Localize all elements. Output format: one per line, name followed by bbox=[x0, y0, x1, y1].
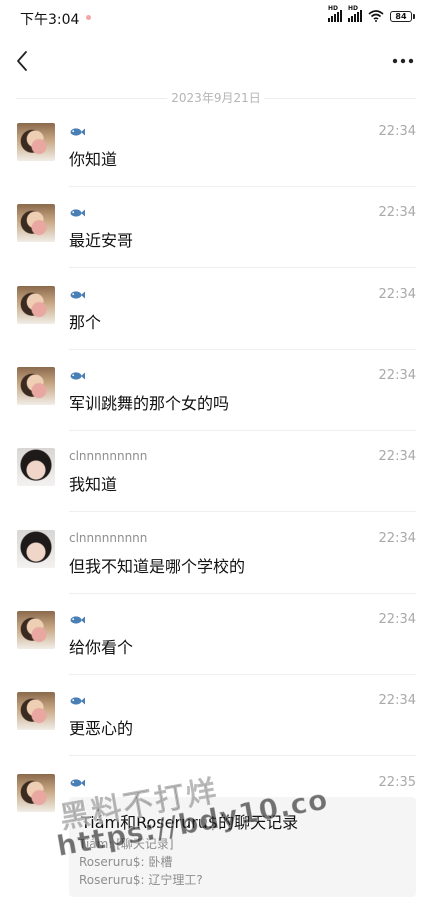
sender-name bbox=[69, 124, 85, 138]
message-time: 22:34 bbox=[378, 124, 416, 139]
message-time: 22:34 bbox=[378, 368, 416, 383]
message-separator bbox=[69, 674, 416, 675]
sender-name bbox=[69, 368, 85, 382]
chat-record-title: Tiám和Roseruru$的聊天记录 bbox=[81, 813, 299, 832]
message-time: 22:34 bbox=[378, 287, 416, 302]
chat-record-card[interactable]: Tiám和Roseruru$的聊天记录 Tiám: [聊天记录] Roserur… bbox=[69, 797, 416, 897]
sender-name bbox=[69, 612, 85, 626]
message-text[interactable]: 我知道 bbox=[69, 471, 117, 495]
avatar[interactable] bbox=[17, 611, 55, 649]
message-item[interactable]: clnnnnnnnnn 22:34 我知道 bbox=[0, 448, 432, 529]
chat-record-line: Roseruru$: 辽宁理工? bbox=[79, 873, 203, 887]
message-item[interactable]: 22:34 那个 bbox=[0, 286, 432, 367]
sender-name: clnnnnnnnnn bbox=[69, 531, 147, 545]
message-time: 22:34 bbox=[378, 205, 416, 220]
message-time: 22:34 bbox=[378, 449, 416, 464]
message-text[interactable]: 你知道 bbox=[69, 146, 117, 170]
message-separator bbox=[69, 755, 416, 756]
message-item[interactable]: 22:34 更恶心的 bbox=[0, 692, 432, 773]
message-separator bbox=[69, 267, 416, 268]
message-separator bbox=[69, 593, 416, 594]
fish-icon bbox=[70, 208, 85, 217]
chat-record-line: Tiám: [聊天记录] bbox=[79, 837, 174, 851]
message-item[interactable]: 22:34 军训跳舞的那个女的吗 bbox=[0, 367, 432, 448]
fish-icon bbox=[70, 371, 85, 380]
avatar[interactable] bbox=[17, 692, 55, 730]
sender-name bbox=[69, 287, 85, 301]
fish-icon bbox=[70, 778, 85, 787]
sender-name bbox=[69, 693, 85, 707]
message-item[interactable]: 22:34 你知道 bbox=[0, 123, 432, 204]
message-text[interactable]: 最近安哥 bbox=[69, 227, 133, 251]
message-time: 22:34 bbox=[378, 531, 416, 546]
fish-icon bbox=[70, 127, 85, 136]
fish-icon bbox=[70, 696, 85, 705]
message-separator bbox=[69, 186, 416, 187]
message-separator bbox=[69, 511, 416, 512]
avatar[interactable] bbox=[17, 448, 55, 486]
sender-label: clnnnnnnnnn bbox=[69, 531, 148, 545]
fish-icon bbox=[70, 290, 85, 299]
avatar[interactable] bbox=[17, 286, 55, 324]
message-separator bbox=[69, 430, 416, 431]
message-list: 22:34 你知道 22:34 最近安哥 22:34 那个 22:34 军训跳舞… bbox=[0, 0, 432, 881]
message-time: 22:34 bbox=[378, 612, 416, 627]
sender-name bbox=[69, 775, 85, 789]
message-time: 22:35 bbox=[378, 775, 416, 790]
message-text[interactable]: 但我不知道是哪个学校的 bbox=[69, 553, 245, 577]
sender-name bbox=[69, 205, 85, 219]
avatar[interactable] bbox=[17, 530, 55, 568]
message-text[interactable]: 军训跳舞的那个女的吗 bbox=[69, 390, 229, 414]
message-text[interactable]: 给你看个 bbox=[69, 634, 133, 658]
message-text[interactable]: 那个 bbox=[69, 309, 101, 333]
message-separator bbox=[69, 349, 416, 350]
message-time: 22:34 bbox=[378, 693, 416, 708]
avatar[interactable] bbox=[17, 123, 55, 161]
message-item[interactable]: clnnnnnnnnn 22:34 但我不知道是哪个学校的 bbox=[0, 530, 432, 611]
fish-icon bbox=[70, 615, 85, 624]
message-item[interactable]: 22:34 最近安哥 bbox=[0, 204, 432, 285]
avatar[interactable] bbox=[17, 774, 55, 812]
sender-label: clnnnnnnnnn bbox=[69, 449, 148, 463]
message-text[interactable]: 更恶心的 bbox=[69, 715, 133, 739]
message-item[interactable]: 22:34 给你看个 bbox=[0, 611, 432, 692]
sender-name: clnnnnnnnnn bbox=[69, 449, 147, 463]
avatar[interactable] bbox=[17, 204, 55, 242]
avatar[interactable] bbox=[17, 367, 55, 405]
chat-record-line: Roseruru$: 卧槽 bbox=[79, 855, 173, 869]
